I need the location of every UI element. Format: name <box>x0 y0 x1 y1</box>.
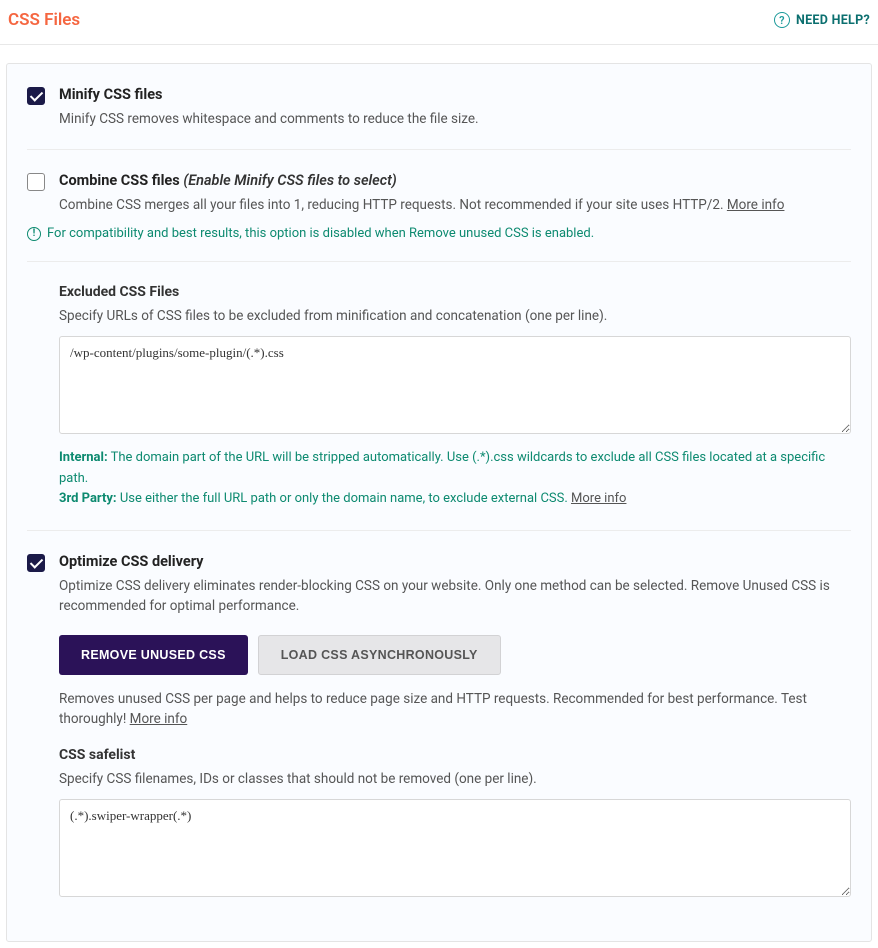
info-icon <box>27 227 41 241</box>
minify-title: Minify CSS files <box>59 86 851 103</box>
safelist-desc: Specify CSS filenames, IDs or classes th… <box>59 769 851 789</box>
excluded-section: Excluded CSS Files Specify URLs of CSS f… <box>27 262 851 531</box>
combine-desc: Combine CSS merges all your files into 1… <box>59 195 851 215</box>
help-icon <box>774 12 790 28</box>
optimize-title: Optimize CSS delivery <box>59 553 851 570</box>
optimize-option: Optimize CSS delivery Optimize CSS deliv… <box>27 530 851 921</box>
safelist-title: CSS safelist <box>59 747 851 763</box>
combine-checkbox[interactable] <box>27 173 45 191</box>
combine-option: Combine CSS files (Enable Minify CSS fil… <box>27 150 851 261</box>
optimize-desc: Optimize CSS delivery eliminates render-… <box>59 576 851 617</box>
tab-remove-unused-css[interactable]: REMOVE UNUSED CSS <box>59 635 248 675</box>
minify-checkbox[interactable] <box>27 87 45 105</box>
combine-notice: For compatibility and best results, this… <box>27 226 851 241</box>
optimize-checkbox[interactable] <box>27 554 45 572</box>
excluded-desc: Specify URLs of CSS files to be excluded… <box>59 306 851 326</box>
excluded-more-link[interactable]: More info <box>571 491 626 506</box>
need-help-link[interactable]: NEED HELP? <box>774 12 870 28</box>
settings-panel: Minify CSS files Minify CSS removes whit… <box>6 63 872 942</box>
optimize-tabs: REMOVE UNUSED CSS LOAD CSS ASYNCHRONOUSL… <box>59 635 851 675</box>
safelist-textarea[interactable] <box>59 799 851 897</box>
minify-desc: Minify CSS removes whitespace and commen… <box>59 109 851 129</box>
combine-more-link[interactable]: More info <box>727 197 785 213</box>
excluded-textarea[interactable] <box>59 336 851 434</box>
tab-load-async[interactable]: LOAD CSS ASYNCHRONOUSLY <box>258 635 501 675</box>
help-label: NEED HELP? <box>796 13 870 28</box>
excluded-title: Excluded CSS Files <box>59 284 851 300</box>
page-title: CSS Files <box>8 10 80 30</box>
remove-unused-desc: Removes unused CSS per page and helps to… <box>59 689 851 730</box>
optimize-more-link[interactable]: More info <box>130 711 188 727</box>
combine-title: Combine CSS files (Enable Minify CSS fil… <box>59 172 851 189</box>
combine-disabled-note: (Enable Minify CSS files to select) <box>183 172 396 189</box>
excluded-hint: Internal: The domain part of the URL wil… <box>59 448 851 510</box>
minify-option: Minify CSS files Minify CSS removes whit… <box>27 64 851 150</box>
